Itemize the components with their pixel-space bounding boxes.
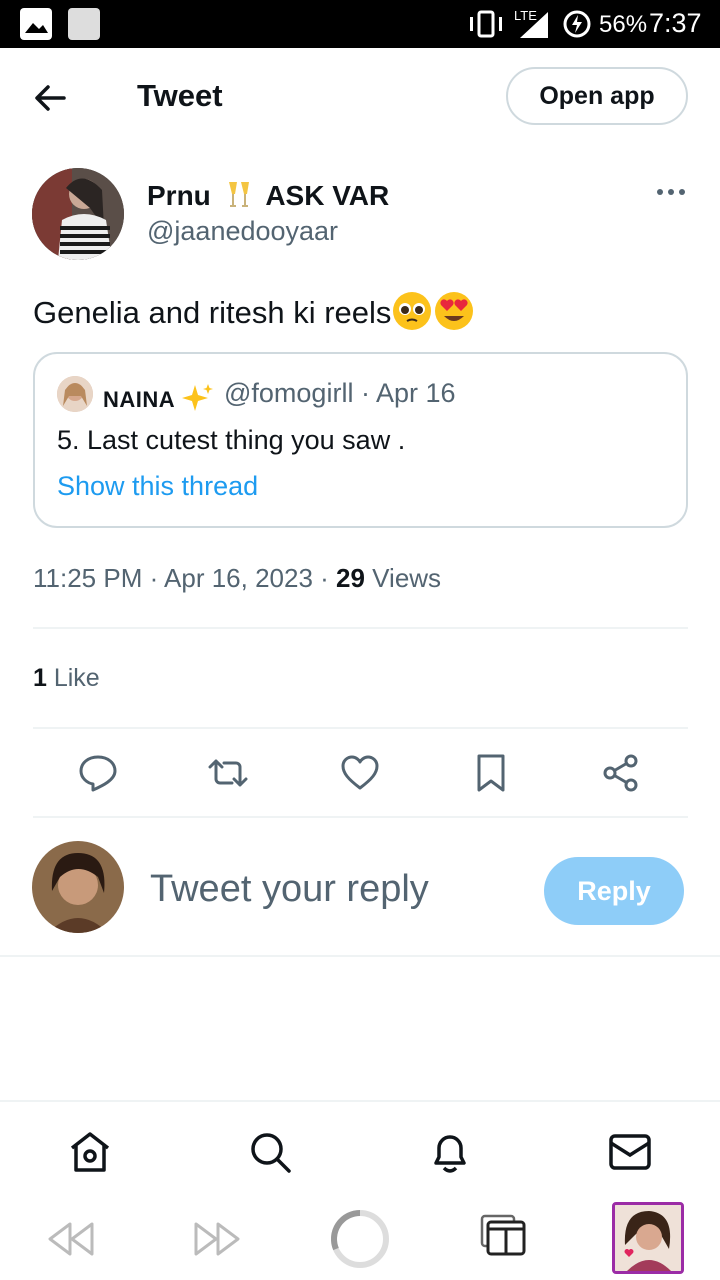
user-avatar (32, 841, 124, 933)
divider (33, 627, 688, 629)
browser-forward-icon[interactable] (192, 1214, 242, 1264)
pleading-face-emoji (391, 290, 433, 340)
tweet-meta: 11:25 PM · Apr 16, 2023 · 29 Views (33, 563, 441, 594)
back-arrow-icon[interactable] (30, 78, 70, 118)
bookmark-icon[interactable] (471, 753, 511, 793)
tweet-timestamp: 11:25 PM · Apr 16, 2023 · (33, 563, 337, 593)
tweet-text-body: Genelia and ritesh ki reels (33, 295, 392, 331)
quoted-author-name-text: NAINA (103, 386, 175, 412)
author-name-suffix: ASK VAR (265, 179, 390, 211)
messages-envelope-icon[interactable] (608, 1130, 652, 1174)
home-icon[interactable] (68, 1130, 112, 1174)
divider (33, 816, 688, 818)
search-icon[interactable] (248, 1130, 292, 1174)
browser-home-circle-icon[interactable] (330, 1209, 390, 1269)
author-name-text: Prnu (147, 179, 211, 211)
battery-saver-icon (563, 10, 591, 38)
quoted-handle-date: @fomogirll · Apr 16 (224, 378, 456, 408)
show-thread-link[interactable]: Show this thread (57, 471, 258, 502)
reply-input[interactable]: Tweet your reply (150, 868, 429, 911)
status-bar: LTE 56% 7:37 (0, 0, 720, 48)
author-name: Prnu ASK VAR (147, 178, 389, 217)
share-icon[interactable] (601, 753, 641, 793)
divider (0, 1100, 720, 1102)
retweet-icon[interactable] (208, 753, 248, 793)
divider (0, 955, 720, 957)
divider (33, 727, 688, 729)
battery-percent: 56% (599, 11, 648, 38)
sparkles-emoji (181, 383, 215, 419)
likes-summary[interactable]: 1 Like (33, 664, 100, 693)
views-label: Views (364, 563, 442, 593)
author-handle[interactable]: @jaanedooyaar (147, 216, 338, 247)
gallery-icon (20, 8, 52, 40)
likes-count: 1 (33, 664, 47, 692)
reply-button[interactable]: Reply (544, 857, 684, 925)
open-app-button[interactable]: Open app (506, 67, 688, 125)
page-title: Tweet (137, 78, 223, 113)
views-count: 29 (336, 563, 365, 593)
browser-back-icon[interactable] (46, 1214, 96, 1264)
notification-icon (68, 8, 100, 40)
tweet-text: Genelia and ritesh ki reels (33, 290, 475, 340)
like-heart-icon[interactable] (340, 753, 380, 793)
more-options-icon[interactable] (655, 180, 687, 204)
signal-icon (520, 12, 548, 38)
clock: 7:37 (649, 8, 702, 38)
quoted-author-avatar (57, 376, 93, 412)
profile-thumbnail[interactable] (612, 1202, 684, 1274)
reply-icon[interactable] (78, 753, 118, 793)
likes-label: Like (46, 664, 100, 692)
quoted-author-name: NAINA (103, 383, 215, 419)
champagne-emoji (223, 178, 255, 217)
tabs-icon[interactable] (480, 1212, 530, 1262)
quoted-text: 5. Last cutest thing you saw . (57, 425, 406, 455)
notifications-bell-icon[interactable] (428, 1130, 472, 1174)
heart-eyes-emoji (433, 290, 475, 340)
author-avatar[interactable] (32, 168, 124, 260)
vibrate-icon (470, 10, 502, 38)
